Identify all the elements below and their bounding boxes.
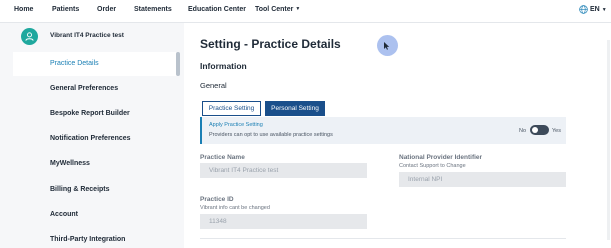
top-nav: Home Patients Order Statements Education… (0, 0, 611, 23)
npi-hint: Contact Support to Change (399, 163, 466, 169)
apply-practice-setting-toggle[interactable] (530, 125, 549, 135)
npi-label: National Provider Identifier (399, 154, 483, 161)
pointer-icon (384, 42, 390, 50)
apply-practice-setting-description: Providers can opt to use available pract… (209, 132, 333, 138)
section-title: Information (200, 61, 247, 71)
apply-practice-setting-panel: Apply Practice Setting Providers can opt… (200, 117, 566, 144)
npi-field[interactable] (399, 172, 566, 187)
practice-name-label: Practice Name (200, 154, 245, 161)
sidebar-item-bespoke-report-builder[interactable]: Bespoke Report Builder (50, 110, 130, 117)
chevron-down-icon: ▼ (601, 6, 607, 13)
practice-name-field[interactable] (200, 163, 367, 178)
language-selector[interactable]: EN ▼ (579, 5, 607, 14)
tab-practice-setting[interactable]: Practice Setting (202, 101, 261, 116)
toggle-yes-label: Yes (552, 128, 561, 134)
nav-home[interactable]: Home (14, 6, 33, 13)
page-scrollbar[interactable] (607, 40, 610, 240)
avatar (21, 28, 38, 45)
page-title: Setting - Practice Details (200, 37, 341, 51)
toggle-knob (532, 127, 538, 133)
sidebar-item-billing-receipts[interactable]: Billing & Receipts (50, 186, 110, 193)
toggle-no-label: No (519, 128, 527, 134)
practice-name: Vibrant IT4 Practice test (50, 32, 124, 39)
sidebar: Vibrant IT4 Practice test Practice Detai… (0, 23, 184, 248)
practice-id-label: Practice ID (200, 196, 234, 203)
nav-education-center[interactable]: Education Center (188, 6, 246, 13)
sidebar-item-general-preferences[interactable]: General Preferences (50, 85, 118, 92)
sidebar-brand[interactable]: Vibrant IT4 Practice test (0, 23, 184, 50)
language-label: EN (590, 6, 600, 13)
apply-practice-setting-title: Apply Practice Setting (209, 122, 263, 128)
nav-tool-center[interactable]: Tool Center ▼ (255, 6, 300, 13)
nav-tool-center-label: Tool Center (255, 6, 294, 13)
nav-statements[interactable]: Statements (134, 6, 172, 13)
sidebar-item-notification-preferences[interactable]: Notification Preferences (50, 135, 131, 142)
nav-order[interactable]: Order (97, 6, 116, 13)
divider (200, 238, 566, 239)
subsection-title: General (200, 81, 227, 90)
globe-icon (579, 5, 588, 14)
nav-patients[interactable]: Patients (52, 6, 79, 13)
tab-personal-setting[interactable]: Personal Setting (265, 101, 325, 116)
sidebar-item-label: Practice Details (50, 60, 99, 67)
sidebar-scrollbar[interactable] (176, 52, 180, 76)
sidebar-item-account[interactable]: Account (50, 211, 78, 218)
practice-id-field[interactable] (200, 214, 367, 229)
sidebar-item-practice-details[interactable]: Practice Details (13, 52, 179, 76)
sidebar-item-mywellness[interactable]: MyWellness (50, 160, 90, 167)
chevron-down-icon: ▼ (295, 6, 301, 13)
practice-id-hint: Vibrant info cant be changed (200, 205, 270, 211)
sidebar-item-third-party-integration[interactable]: Third-Party Integration (50, 236, 125, 243)
user-icon (25, 32, 34, 41)
